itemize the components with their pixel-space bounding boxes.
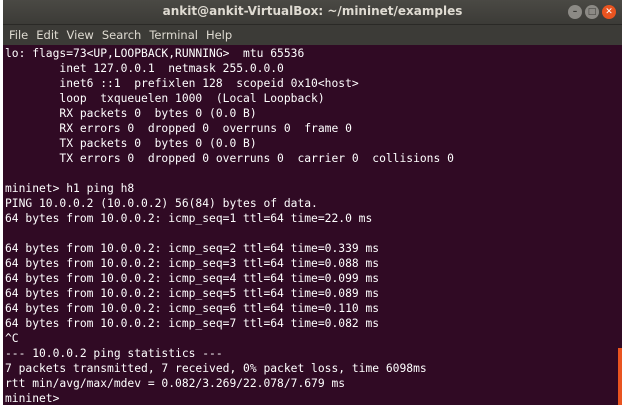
terminal-line: 64 bytes from 10.0.0.2: icmp_seq=2 ttl=6… xyxy=(5,242,380,255)
menu-file[interactable]: File xyxy=(9,28,28,42)
terminal-line: 64 bytes from 10.0.0.2: icmp_seq=6 ttl=6… xyxy=(5,302,380,315)
terminal-line: 64 bytes from 10.0.0.2: icmp_seq=7 ttl=6… xyxy=(5,317,380,330)
terminal-line: 64 bytes from 10.0.0.2: icmp_seq=4 ttl=6… xyxy=(5,272,380,285)
window-controls: – □ ✕ xyxy=(568,5,616,19)
menu-bar: File Edit View Search Terminal Help xyxy=(3,25,622,45)
terminal-output[interactable]: lo: flags=73<UP,LOOPBACK,RUNNING> mtu 65… xyxy=(5,46,615,405)
menu-edit[interactable]: Edit xyxy=(36,28,58,42)
terminal-line: rtt min/avg/max/mdev = 0.082/3.269/22.07… xyxy=(5,377,346,390)
menu-help[interactable]: Help xyxy=(206,28,232,42)
terminal-line: TX errors 0 dropped 0 overruns 0 carrier… xyxy=(5,152,454,165)
terminal-line: 64 bytes from 10.0.0.2: icmp_seq=1 ttl=6… xyxy=(5,212,373,225)
terminal-line: mininet> h1 ping h8 xyxy=(5,182,135,195)
terminal-window: ankit@ankit-VirtualBox: ~/mininet/exampl… xyxy=(3,0,622,405)
menu-terminal[interactable]: Terminal xyxy=(149,28,198,42)
terminal-line: ^C xyxy=(5,332,19,345)
title-bar[interactable]: ankit@ankit-VirtualBox: ~/mininet/exampl… xyxy=(3,0,622,25)
terminal-line: inet 127.0.0.1 netmask 255.0.0.0 xyxy=(5,62,284,75)
terminal-line: PING 10.0.0.2 (10.0.0.2) 56(84) bytes of… xyxy=(5,197,318,210)
window-title: ankit@ankit-VirtualBox: ~/mininet/exampl… xyxy=(162,4,463,18)
terminal-prompt: mininet> xyxy=(5,392,60,405)
scrollbar-thumb[interactable] xyxy=(618,348,622,405)
terminal-line: 64 bytes from 10.0.0.2: icmp_seq=3 ttl=6… xyxy=(5,257,380,270)
terminal-line: 7 packets transmitted, 7 received, 0% pa… xyxy=(5,362,427,375)
terminal-line: --- 10.0.0.2 ping statistics --- xyxy=(5,347,223,360)
terminal-line: RX packets 0 bytes 0 (0.0 B) xyxy=(5,107,257,120)
terminal-line: RX errors 0 dropped 0 overruns 0 frame 0 xyxy=(5,122,352,135)
menu-view[interactable]: View xyxy=(67,28,94,42)
terminal-line: lo: flags=73<UP,LOOPBACK,RUNNING> mtu 65… xyxy=(5,47,305,60)
terminal-line: inet6 ::1 prefixlen 128 scopeid 0x10<hos… xyxy=(5,77,359,90)
terminal-line: loop txqueuelen 1000 (Local Loopback) xyxy=(5,92,325,105)
terminal-line: 64 bytes from 10.0.0.2: icmp_seq=5 ttl=6… xyxy=(5,287,380,300)
maximize-button[interactable]: □ xyxy=(585,5,599,19)
menu-search[interactable]: Search xyxy=(102,28,142,42)
minimize-button[interactable]: – xyxy=(568,5,582,19)
close-button[interactable]: ✕ xyxy=(602,5,616,19)
terminal-line: TX packets 0 bytes 0 (0.0 B) xyxy=(5,137,257,150)
